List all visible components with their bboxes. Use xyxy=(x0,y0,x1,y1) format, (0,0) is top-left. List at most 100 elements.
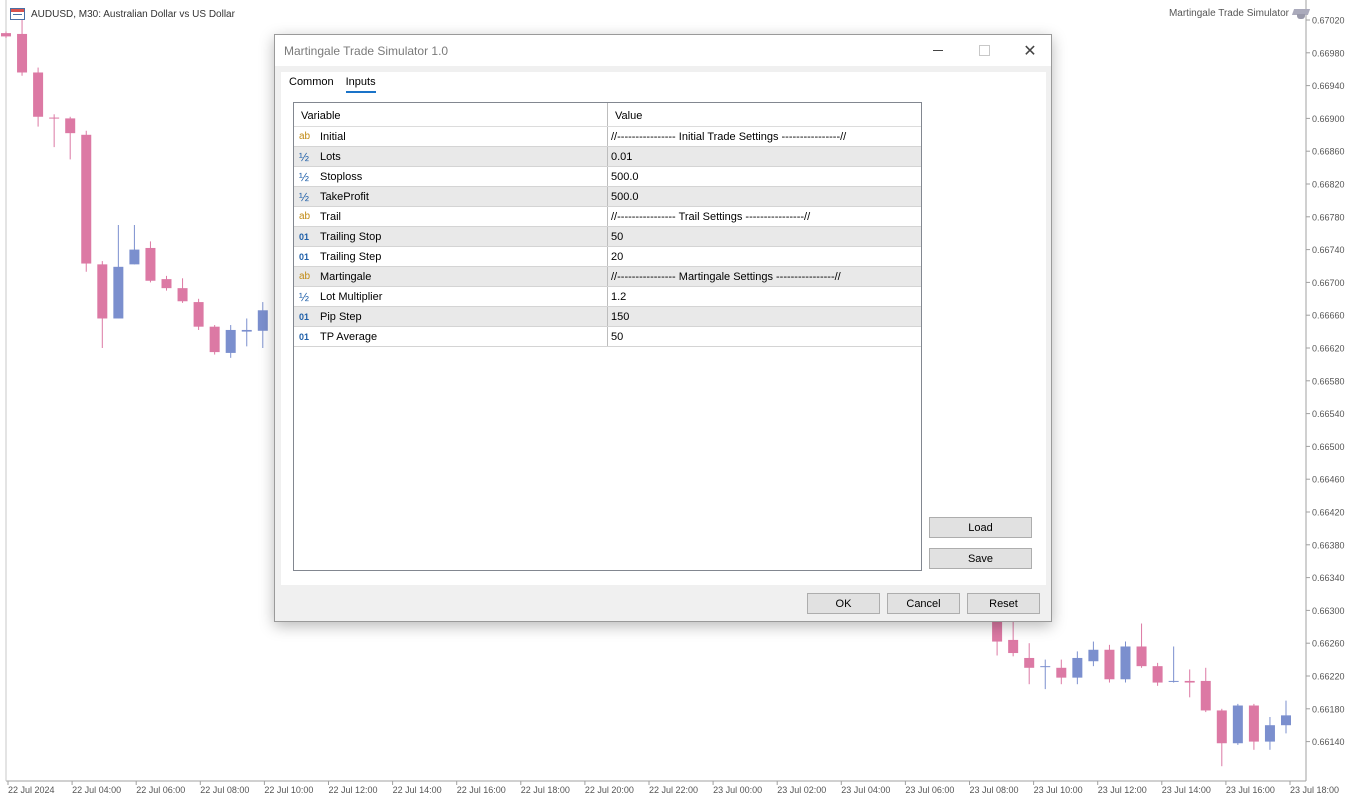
candle-body xyxy=(1104,649,1115,680)
price-label: 0.66900 xyxy=(1312,114,1345,124)
double-type-icon: ½ xyxy=(299,169,310,184)
minimize-button[interactable] xyxy=(915,35,961,66)
grid-row[interactable]: 01 Trailing Stop 50 xyxy=(294,227,921,247)
dialog-title-bar[interactable]: Martingale Trade Simulator 1.0 ✕ xyxy=(275,35,1051,66)
value-cell[interactable]: //---------------- Martingale Settings -… xyxy=(607,267,921,286)
candle-body xyxy=(1248,705,1259,742)
variable-name: Stoploss xyxy=(320,170,363,183)
value-cell[interactable]: //---------------- Initial Trade Setting… xyxy=(607,127,921,146)
close-button[interactable]: ✕ xyxy=(1007,35,1053,66)
variable-cell: 01 Trailing Step xyxy=(294,247,607,266)
price-label: 0.66580 xyxy=(1312,376,1345,386)
candle-body xyxy=(225,329,236,353)
candle-body xyxy=(1040,666,1051,668)
value-cell[interactable]: 500.0 xyxy=(607,187,921,206)
price-label: 0.66220 xyxy=(1312,672,1345,682)
text-type-icon: ab xyxy=(299,131,311,142)
chart-window-icon xyxy=(10,8,25,20)
value-cell[interactable]: 20 xyxy=(607,247,921,266)
variable-name: TakeProfit xyxy=(320,190,369,203)
price-label: 0.66140 xyxy=(1312,737,1345,747)
value-cell[interactable]: 50 xyxy=(607,327,921,346)
double-type-icon: ½ xyxy=(299,149,310,164)
value-cell[interactable]: 0.01 xyxy=(607,147,921,166)
close-icon: ✕ xyxy=(1023,42,1037,60)
grid-row[interactable]: ½ TakeProfit 500.0 xyxy=(294,187,921,207)
time-label: 22 Jul 06:00 xyxy=(136,785,185,795)
integer-type-icon: 01 xyxy=(299,231,310,242)
maximize-button[interactable] xyxy=(961,35,1007,66)
expert-advisor-name: Martingale Trade Simulator xyxy=(1168,8,1289,19)
candle-body xyxy=(1264,725,1275,742)
variable-cell: ½ Stoploss xyxy=(294,167,607,186)
time-label: 23 Jul 12:00 xyxy=(1098,785,1147,795)
time-label: 22 Jul 14:00 xyxy=(393,785,442,795)
grid-row[interactable]: 01 Pip Step 150 xyxy=(294,307,921,327)
variable-name: Trailing Stop xyxy=(320,230,382,243)
time-label: 22 Jul 18:00 xyxy=(521,785,570,795)
value-cell[interactable]: 150 xyxy=(607,307,921,326)
candle-body xyxy=(241,329,252,332)
time-label: 23 Jul 00:00 xyxy=(713,785,762,795)
variable-name: Initial xyxy=(320,130,346,143)
cancel-button[interactable]: Cancel xyxy=(887,593,960,614)
grid-row[interactable]: 01 Trailing Step 20 xyxy=(294,247,921,267)
candle-body xyxy=(49,117,60,119)
price-label: 0.66420 xyxy=(1312,508,1345,518)
save-button[interactable]: Save xyxy=(929,548,1032,569)
value-cell[interactable]: 1.2 xyxy=(607,287,921,306)
grid-row[interactable]: 01 TP Average 50 xyxy=(294,327,921,347)
candle-body xyxy=(1008,639,1019,654)
candle-body xyxy=(97,264,108,319)
variable-cell: 01 Trailing Stop xyxy=(294,227,607,246)
grid-row[interactable]: ½ Stoploss 500.0 xyxy=(294,167,921,187)
time-label: 22 Jul 16:00 xyxy=(457,785,506,795)
column-header-variable[interactable]: Variable xyxy=(294,103,607,126)
candle-body xyxy=(193,302,204,327)
candle-body xyxy=(17,33,28,73)
time-label: 23 Jul 10:00 xyxy=(1034,785,1083,795)
load-button[interactable]: Load xyxy=(929,517,1032,538)
text-type-icon: ab xyxy=(299,211,311,222)
value-cell[interactable]: //---------------- Trail Settings ------… xyxy=(607,207,921,226)
candle-body xyxy=(1168,680,1179,682)
grid-row[interactable]: ab Martingale //---------------- Martingal… xyxy=(294,267,921,287)
tab-common[interactable]: Common xyxy=(289,76,334,93)
grid-row[interactable]: ½ Lots 0.01 xyxy=(294,147,921,167)
chart-symbol-text: AUDUSD, M30: Australian Dollar vs US Dol… xyxy=(31,8,235,20)
candle-body xyxy=(1232,705,1243,744)
candle-body xyxy=(1024,657,1035,668)
double-type-icon: ½ xyxy=(299,189,310,204)
variable-name: Lot Multiplier xyxy=(320,290,383,303)
price-label: 0.66820 xyxy=(1312,180,1345,190)
grid-row[interactable]: ½ Lot Multiplier 1.2 xyxy=(294,287,921,307)
time-label: 22 Jul 2024 xyxy=(8,785,55,795)
value-cell[interactable]: 500.0 xyxy=(607,167,921,186)
integer-type-icon: 01 xyxy=(299,251,310,262)
variable-cell: ab Trail xyxy=(294,207,607,226)
grid-row[interactable]: ab Initial //---------------- Initial Trad… xyxy=(294,127,921,147)
value-cell[interactable]: 50 xyxy=(607,227,921,246)
variable-name: Martingale xyxy=(320,270,372,283)
candle-body xyxy=(257,310,268,331)
candle-body xyxy=(1184,680,1195,683)
price-label: 0.66540 xyxy=(1312,409,1345,419)
reset-button[interactable]: Reset xyxy=(967,593,1040,614)
variable-cell: ½ TakeProfit xyxy=(294,187,607,206)
column-header-value[interactable]: Value xyxy=(607,103,921,126)
variable-name: Trailing Step xyxy=(320,250,382,263)
variable-cell: ½ Lots xyxy=(294,147,607,166)
inputs-grid[interactable]: Variable Value ab Initial //--------------… xyxy=(293,102,922,571)
price-label: 0.66700 xyxy=(1312,278,1345,288)
price-label: 0.66500 xyxy=(1312,442,1345,452)
variable-name: Lots xyxy=(320,150,341,163)
candle-body xyxy=(1152,666,1163,683)
variable-cell: ab Martingale xyxy=(294,267,607,286)
expert-advisor-label[interactable]: Martingale Trade Simulator xyxy=(1169,8,1309,19)
ok-button[interactable]: OK xyxy=(807,593,880,614)
grid-row[interactable]: ab Trail //---------------- Trail Settings… xyxy=(294,207,921,227)
variable-name: TP Average xyxy=(320,330,378,343)
inputs-dialog: Martingale Trade Simulator 1.0 ✕ Common … xyxy=(274,34,1052,622)
candle-body xyxy=(1136,646,1147,667)
tab-inputs[interactable]: Inputs xyxy=(345,76,376,93)
